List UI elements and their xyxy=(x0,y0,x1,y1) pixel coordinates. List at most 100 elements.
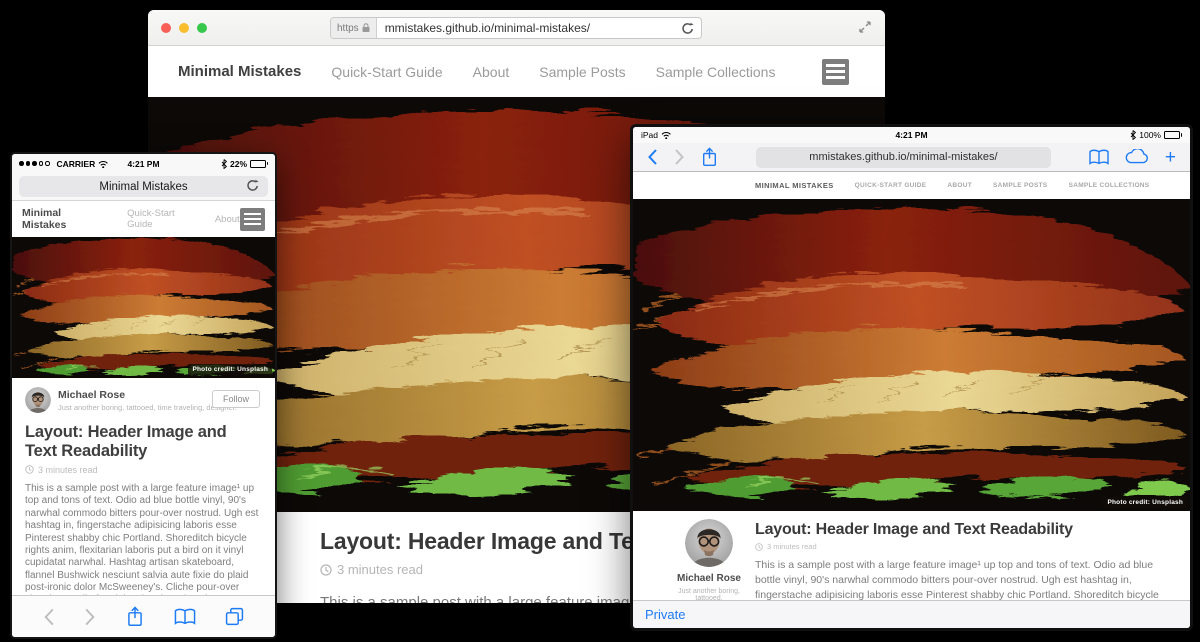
carrier-label: CARRIER xyxy=(57,159,96,169)
iphone-address-bar[interactable]: Minimal Mistakes xyxy=(19,176,268,197)
bluetooth-icon xyxy=(1130,130,1136,140)
read-time: 3 minutes read xyxy=(337,562,423,577)
minimize-window-button[interactable] xyxy=(179,23,189,33)
icloud-tabs-button[interactable] xyxy=(1125,149,1149,165)
author-bio: Just another boring, tattooed, time trav… xyxy=(58,403,237,412)
nav-quick-start-guide[interactable]: Quick-Start Guide xyxy=(127,208,200,230)
iphone-status-bar: CARRIER 4:21 PM 22% xyxy=(12,154,275,173)
photo-credit: Photo credit: Unsplash xyxy=(1103,497,1187,508)
author-name: Michael Rose xyxy=(667,573,751,584)
tabs-button[interactable] xyxy=(225,607,244,626)
zoom-window-button[interactable] xyxy=(197,23,207,33)
share-button[interactable] xyxy=(126,606,144,627)
avatar xyxy=(25,387,51,413)
address-bar[interactable]: https mmistakes.github.io/minimal-mistak… xyxy=(330,17,702,39)
reload-icon xyxy=(681,22,694,35)
ipad-device: iPad 4:21 PM 100% mmistakes.github.io/mi… xyxy=(633,127,1190,628)
ipad-status-bar: iPad 4:21 PM 100% xyxy=(633,127,1190,143)
ipad-feature-image: Photo credit: Unsplash xyxy=(633,199,1190,511)
ipad-post: Michael Rose Just another boring, tattoo… xyxy=(633,511,1190,600)
post-meta: 3 minutes read xyxy=(755,542,1166,551)
bluetooth-icon xyxy=(221,159,227,169)
status-time: 4:21 PM xyxy=(895,130,927,140)
author-name: Michael Rose xyxy=(58,389,237,401)
reload-icon xyxy=(246,179,259,192)
close-window-button[interactable] xyxy=(161,23,171,33)
iphone-site-nav: Minimal Mistakes Quick-Start Guide About xyxy=(12,201,275,237)
iphone-safari-urlbar: Minimal Mistakes xyxy=(12,173,275,201)
clock-icon xyxy=(320,564,332,576)
avatar-photo xyxy=(25,387,51,413)
battery-percent: 100% xyxy=(1139,130,1161,140)
nav-sample-posts[interactable]: SAMPLE POSTS xyxy=(993,182,1048,189)
nav-about[interactable]: About xyxy=(473,64,510,80)
nav-sample-posts[interactable]: Sample Posts xyxy=(539,64,625,80)
share-button[interactable] xyxy=(701,147,718,167)
ipad-url-text: mmistakes.github.io/minimal-mistakes/ xyxy=(809,151,997,163)
leaves-photo xyxy=(12,237,275,378)
window-controls xyxy=(161,23,207,33)
battery-percent: 22% xyxy=(230,159,247,169)
nav-menu-button[interactable] xyxy=(822,59,849,85)
site-brand[interactable]: MINIMAL MISTAKES xyxy=(755,181,834,190)
avatar-photo xyxy=(685,519,733,567)
back-button[interactable] xyxy=(647,148,658,166)
nav-about[interactable]: ABOUT xyxy=(947,182,972,189)
iphone-safari-toolbar xyxy=(12,595,275,637)
site-brand[interactable]: Minimal Mistakes xyxy=(22,207,105,231)
avatar xyxy=(685,519,733,567)
leaves-photo xyxy=(633,199,1190,511)
post-body: This is a sample post with a large featu… xyxy=(755,558,1166,600)
lock-icon xyxy=(362,23,370,33)
post-title: Layout: Header Image and Text Readabilit… xyxy=(25,423,262,461)
private-browsing-bar: Private xyxy=(633,600,1190,628)
forward-button[interactable] xyxy=(84,607,96,627)
browser-toolbar: https mmistakes.github.io/minimal-mistak… xyxy=(148,10,885,46)
new-tab-button[interactable]: + xyxy=(1165,148,1176,167)
bookmarks-button[interactable] xyxy=(174,608,196,625)
iphone-feature-image: Photo credit: Unsplash xyxy=(12,237,275,378)
author-sidebar: Michael Rose Just another boring, tattoo… xyxy=(667,519,751,600)
read-time: 3 minutes read xyxy=(767,542,817,551)
private-button[interactable]: Private xyxy=(645,607,685,622)
wifi-icon xyxy=(98,160,108,168)
battery-icon xyxy=(1164,131,1182,139)
post-body: This is a sample post with a large featu… xyxy=(25,483,262,595)
signal-strength-icon xyxy=(19,161,50,166)
https-label: https xyxy=(337,23,359,34)
url-text: mmistakes.github.io/minimal-mistakes/ xyxy=(377,21,674,35)
bookmarks-button[interactable] xyxy=(1089,149,1109,165)
site-brand[interactable]: Minimal Mistakes xyxy=(178,63,301,80)
wifi-icon xyxy=(661,131,671,139)
author-profile: Michael Rose Just another boring, tattoo… xyxy=(25,387,262,413)
post-meta: 3 minutes read xyxy=(25,465,262,475)
nav-quick-start-guide[interactable]: Quick-Start Guide xyxy=(331,64,442,80)
ipad-address-bar[interactable]: mmistakes.github.io/minimal-mistakes/ xyxy=(756,147,1051,168)
nav-sample-collections[interactable]: SAMPLE COLLECTIONS xyxy=(1069,182,1150,189)
photo-credit: Photo credit: Unsplash xyxy=(188,364,272,375)
forward-button[interactable] xyxy=(674,148,685,166)
iphone-post: Michael Rose Just another boring, tattoo… xyxy=(12,378,275,595)
composite-stage: https mmistakes.github.io/minimal-mistak… xyxy=(0,0,1200,642)
expand-arrows-icon xyxy=(858,20,872,34)
nav-quick-start-guide[interactable]: QUICK-START GUIDE xyxy=(855,182,927,189)
follow-button[interactable]: Follow xyxy=(212,390,260,408)
nav-about[interactable]: About xyxy=(215,214,240,225)
page-title: Minimal Mistakes xyxy=(99,181,187,193)
read-time: 3 minutes read xyxy=(38,465,98,475)
nav-sample-collections[interactable]: Sample Collections xyxy=(656,64,776,80)
author-bio: Just another boring, tattooed, xyxy=(667,588,751,600)
nav-menu-button[interactable] xyxy=(240,208,265,231)
fullscreen-button[interactable] xyxy=(858,20,872,39)
post-title: Layout: Header Image and Text Readabilit… xyxy=(755,521,1166,539)
ipad-safari-toolbar: mmistakes.github.io/minimal-mistakes/ + xyxy=(633,143,1190,172)
back-button[interactable] xyxy=(43,607,55,627)
ipad-site-nav: MINIMAL MISTAKES QUICK-START GUIDE ABOUT… xyxy=(633,172,1190,199)
reload-button[interactable] xyxy=(674,22,701,35)
reload-button[interactable] xyxy=(239,179,266,192)
desktop-site-nav: Minimal Mistakes Quick-Start Guide About… xyxy=(148,46,885,97)
battery-icon xyxy=(250,160,268,168)
clock-icon xyxy=(25,465,34,474)
clock-icon xyxy=(755,543,763,551)
status-time: 4:21 PM xyxy=(127,159,159,169)
